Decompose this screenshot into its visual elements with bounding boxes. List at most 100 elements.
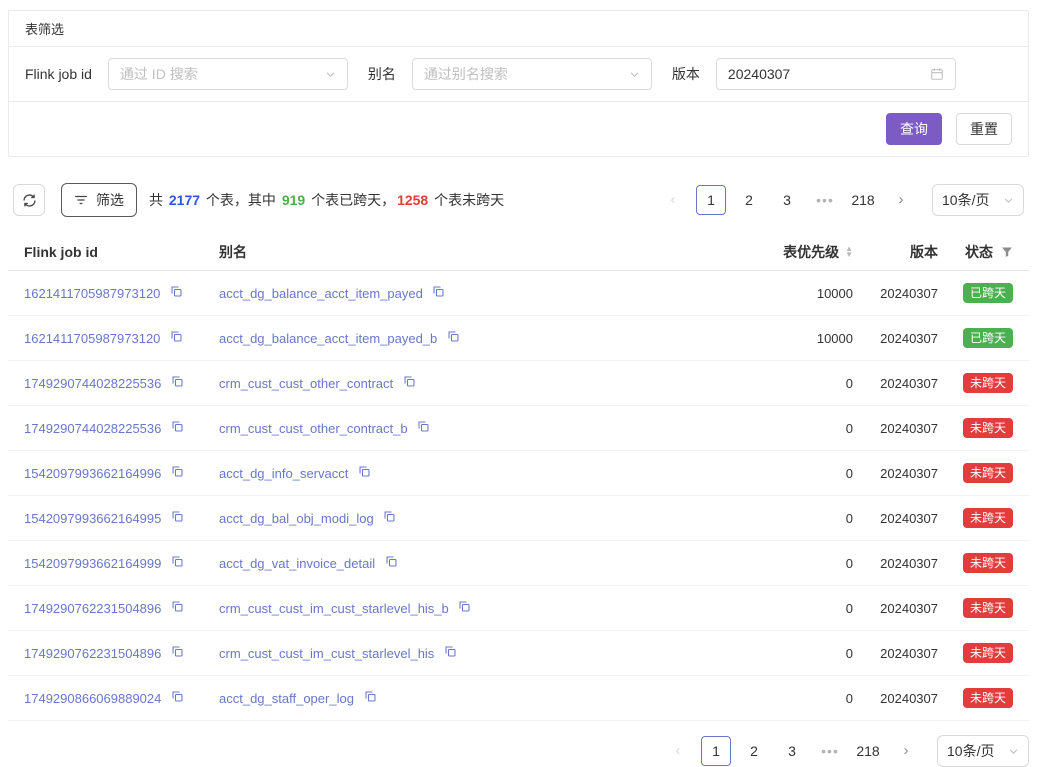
copy-icon[interactable]: [364, 690, 377, 703]
status-badge: 已跨天: [963, 283, 1013, 303]
alias-link[interactable]: crm_cust_cust_other_contract: [219, 376, 393, 391]
uncrossed-count: 1258: [397, 192, 428, 208]
chevron-down-icon: [629, 69, 640, 80]
copy-icon[interactable]: [170, 330, 183, 343]
prev-page-button[interactable]: ‹: [658, 185, 688, 215]
calendar-icon: [930, 67, 944, 81]
next-page-button[interactable]: ›: [891, 736, 921, 766]
job-id-link[interactable]: 1542097993662164996: [24, 466, 161, 481]
funnel-icon[interactable]: [1001, 246, 1013, 258]
copy-icon[interactable]: [447, 330, 460, 343]
flink-job-id-label: Flink job id: [25, 66, 92, 82]
copy-icon[interactable]: [171, 555, 184, 568]
job-id-link[interactable]: 1542097993662164999: [24, 556, 161, 571]
alias-link[interactable]: acct_dg_vat_invoice_detail: [219, 556, 375, 571]
alias-link[interactable]: acct_dg_info_servacct: [219, 466, 348, 481]
copy-icon[interactable]: [385, 555, 398, 568]
page-ellipsis[interactable]: •••: [815, 736, 845, 766]
status-cell: 未跨天: [938, 373, 1013, 393]
chevron-down-icon: [1003, 195, 1014, 206]
copy-icon[interactable]: [171, 600, 184, 613]
priority-value: 0: [668, 466, 853, 481]
alias-link[interactable]: acct_dg_bal_obj_modi_log: [219, 511, 374, 526]
refresh-button[interactable]: [13, 184, 45, 216]
pagination-bottom: ‹ 123 ••• 218 ›: [655, 736, 921, 766]
status-badge: 未跨天: [963, 643, 1013, 663]
alias-link[interactable]: acct_dg_balance_acct_item_payed_b: [219, 331, 437, 346]
job-id-link[interactable]: 1749290744028225536: [24, 376, 161, 391]
job-id-link[interactable]: 1542097993662164995: [24, 511, 161, 526]
job-id-link[interactable]: 1749290762231504896: [24, 646, 161, 661]
sort-icon[interactable]: ▲ ▼: [845, 246, 853, 258]
job-id-cell: 1621411705987973120: [24, 285, 219, 301]
copy-icon[interactable]: [170, 285, 183, 298]
page-button-1[interactable]: 1: [701, 736, 731, 766]
copy-icon[interactable]: [171, 510, 184, 523]
copy-icon[interactable]: [417, 420, 430, 433]
reset-button[interactable]: 重置: [956, 113, 1012, 145]
copy-icon[interactable]: [171, 465, 184, 478]
version-value: 20240307: [853, 421, 938, 436]
alias-cell: acct_dg_info_servacct: [219, 465, 668, 481]
filter-card: 表筛选 Flink job id 通过 ID 搜索 别名 通过别名搜索: [8, 10, 1029, 157]
priority-value: 10000: [668, 286, 853, 301]
copy-icon[interactable]: [358, 465, 371, 478]
alias-link[interactable]: acct_dg_balance_acct_item_payed: [219, 286, 423, 301]
filter-button[interactable]: 筛选: [61, 183, 137, 217]
copy-icon[interactable]: [383, 510, 396, 523]
copy-icon[interactable]: [171, 690, 184, 703]
field-version: 版本 20240307: [672, 58, 956, 90]
column-flink-job-id: Flink job id: [24, 244, 219, 260]
page-button-3[interactable]: 3: [772, 185, 802, 215]
copy-icon[interactable]: [171, 420, 184, 433]
alias-link[interactable]: crm_cust_cust_im_cust_starlevel_his: [219, 646, 434, 661]
column-status-label: 状态: [965, 242, 993, 262]
priority-value: 0: [668, 601, 853, 616]
status-cell: 未跨天: [938, 508, 1013, 528]
summary-part: 个表未跨天: [430, 192, 504, 208]
page-button-2[interactable]: 2: [739, 736, 769, 766]
page-button-218[interactable]: 218: [848, 185, 878, 215]
priority-value: 0: [668, 691, 853, 706]
version-value: 20240307: [853, 601, 938, 616]
alias-select[interactable]: 通过别名搜索: [412, 58, 652, 90]
column-alias: 别名: [219, 242, 668, 262]
alias-cell: crm_cust_cust_im_cust_starlevel_his_b: [219, 600, 668, 616]
page-size-select[interactable]: 10条/页: [932, 184, 1024, 216]
page-size-select-bottom[interactable]: 10条/页: [937, 735, 1029, 767]
job-id-cell: 1749290762231504896: [24, 600, 219, 616]
page-button-1[interactable]: 1: [696, 185, 726, 215]
copy-icon[interactable]: [458, 600, 471, 613]
status-cell: 未跨天: [938, 688, 1013, 708]
field-flink-job-id: Flink job id 通过 ID 搜索: [25, 58, 348, 90]
job-id-link[interactable]: 1749290744028225536: [24, 421, 161, 436]
page-ellipsis[interactable]: •••: [810, 185, 840, 215]
copy-icon[interactable]: [171, 375, 184, 388]
version-value: 20240307: [853, 466, 938, 481]
flink-job-id-select[interactable]: 通过 ID 搜索: [108, 58, 348, 90]
page-button-3[interactable]: 3: [777, 736, 807, 766]
copy-icon[interactable]: [432, 285, 445, 298]
alias-link[interactable]: crm_cust_cust_other_contract_b: [219, 421, 408, 436]
next-page-button[interactable]: ›: [886, 185, 916, 215]
summary-text: 共 2177 个表，其中 919 个表已跨天，1258 个表未跨天: [149, 190, 504, 210]
job-id-link[interactable]: 1749290762231504896: [24, 601, 161, 616]
job-id-link[interactable]: 1621411705987973120: [24, 331, 160, 346]
copy-icon[interactable]: [403, 375, 416, 388]
page-button-2[interactable]: 2: [734, 185, 764, 215]
status-badge: 未跨天: [963, 418, 1013, 438]
alias-link[interactable]: crm_cust_cust_im_cust_starlevel_his_b: [219, 601, 449, 616]
copy-icon[interactable]: [444, 645, 457, 658]
page-button-218[interactable]: 218: [853, 736, 883, 766]
priority-value: 0: [668, 556, 853, 571]
version-date-input[interactable]: 20240307: [716, 58, 956, 90]
alias-link[interactable]: acct_dg_staff_oper_log: [219, 691, 354, 706]
prev-page-button[interactable]: ‹: [663, 736, 693, 766]
job-id-link[interactable]: 1621411705987973120: [24, 286, 160, 301]
filter-card-title: 表筛选: [9, 11, 1028, 47]
column-priority[interactable]: 表优先级 ▲ ▼: [668, 242, 853, 262]
copy-icon[interactable]: [171, 645, 184, 658]
status-badge: 未跨天: [963, 373, 1013, 393]
job-id-link[interactable]: 1749290866069889024: [24, 691, 161, 706]
query-button[interactable]: 查询: [886, 113, 942, 145]
